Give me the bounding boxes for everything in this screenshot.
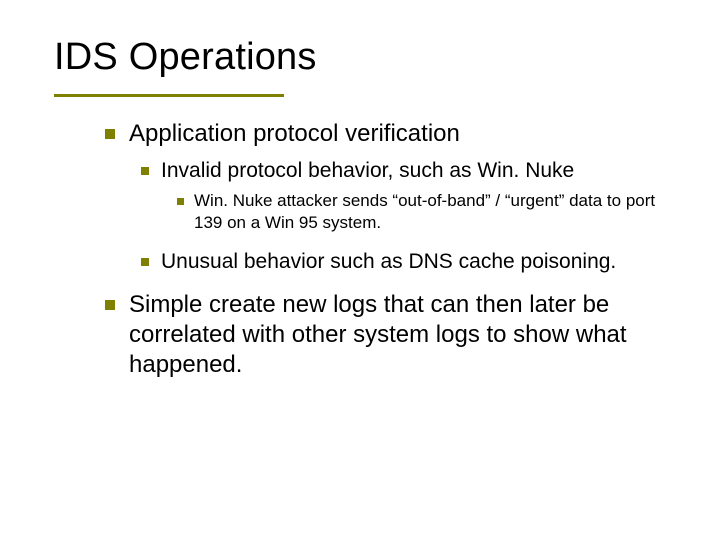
bullet-text: Application protocol verification xyxy=(129,119,670,149)
list-item: Simple create new logs that can then lat… xyxy=(105,290,670,380)
list-item: Application protocol verification xyxy=(105,119,670,149)
square-bullet-icon xyxy=(141,258,149,266)
slide: IDS Operations Application protocol veri… xyxy=(0,0,720,540)
title-block: IDS Operations xyxy=(54,38,317,78)
square-bullet-icon xyxy=(105,129,115,139)
square-bullet-icon xyxy=(105,300,115,310)
bullet-text: Win. Nuke attacker sends “out-of-band” /… xyxy=(194,190,670,234)
square-bullet-icon xyxy=(141,167,149,175)
list-item: Win. Nuke attacker sends “out-of-band” /… xyxy=(177,190,670,234)
list-item: Invalid protocol behavior, such as Win. … xyxy=(141,157,670,184)
title-underline xyxy=(54,94,284,97)
list-item: Unusual behavior such as DNS cache poiso… xyxy=(141,248,670,275)
body-content: Application protocol verification Invali… xyxy=(105,115,670,380)
bullet-text: Simple create new logs that can then lat… xyxy=(129,290,670,380)
bullet-text: Invalid protocol behavior, such as Win. … xyxy=(161,157,670,184)
bullet-text: Unusual behavior such as DNS cache poiso… xyxy=(161,248,670,275)
square-bullet-icon xyxy=(177,198,184,205)
slide-title: IDS Operations xyxy=(54,38,317,78)
